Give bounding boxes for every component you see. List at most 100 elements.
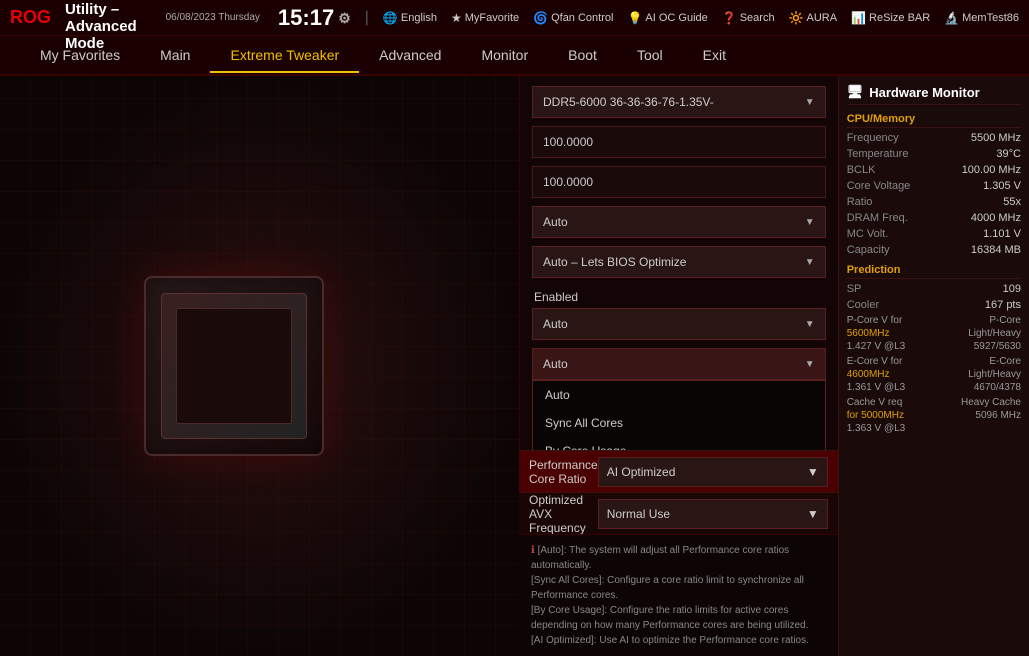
cpu-image-background: [0, 76, 519, 656]
tool-aioc[interactable]: 💡 AI OC Guide: [627, 11, 707, 25]
auto2-select[interactable]: Auto ▼: [532, 308, 826, 340]
ecore-speeds: 4670/4378: [974, 382, 1021, 393]
hw-ratio-row: Ratio 55x: [847, 196, 1021, 208]
auto2-row: Auto ▼: [532, 308, 826, 340]
bclk-value: 100.0000: [543, 135, 593, 149]
option-sync-all-cores[interactable]: Sync All Cores: [533, 409, 825, 437]
settings-panel: DDR5-6000 36-36-36-76-1.35V- ▼ 100.0000 …: [519, 76, 838, 450]
hw-frequency-row: Frequency 5500 MHz: [847, 132, 1021, 144]
pcore-subsection: P-Core V for P-Core 5600MHz Light/Heavy …: [847, 315, 1021, 352]
tool-memtest[interactable]: 🔬 MemTest86: [944, 11, 1019, 25]
date-display: 06/08/2023 Thursday: [166, 12, 260, 23]
pcore-voltage-row: 1.427 V @L3 5927/5630: [847, 341, 1021, 352]
hw-core-voltage-label: Core Voltage: [847, 180, 911, 192]
divider: |: [365, 9, 369, 27]
hw-mc-volt-value: 1.101 V: [983, 228, 1021, 240]
ecore-freq-highlight: 4600MHz: [847, 369, 890, 380]
nav-my-favorites[interactable]: My Favorites: [20, 39, 140, 71]
bios-optimize-select[interactable]: Auto – Lets BIOS Optimize ▼: [532, 246, 826, 278]
hw-dram-freq-value: 4000 MHz: [971, 212, 1021, 224]
enabled-status: Enabled: [532, 286, 826, 308]
avx-frequency-arrow: ▼: [807, 507, 819, 521]
option-by-core-usage[interactable]: By Core Usage: [533, 437, 825, 450]
cache-for-label-row: Cache V req Heavy Cache: [847, 397, 1021, 408]
auto2-value: Auto: [543, 317, 568, 331]
info-bar: ℹ [Auto]: The system will adjust all Per…: [519, 534, 838, 656]
nav-tool[interactable]: Tool: [617, 39, 683, 71]
option-auto[interactable]: Auto: [533, 381, 825, 409]
avx-frequency-select[interactable]: Normal Use ▼: [598, 499, 828, 529]
nav-extreme-tweaker[interactable]: Extreme Tweaker: [210, 39, 359, 73]
performance-core-ratio-select[interactable]: AI Optimized ▼: [598, 457, 828, 487]
toolbar: 🌐 English ★ MyFavorite 🌀 Qfan Control 💡 …: [383, 11, 1019, 25]
hw-temperature-value: 39°C: [996, 148, 1021, 160]
tool-english-label: English: [401, 12, 437, 24]
hardware-monitor-panel: 🖥 Hardware Monitor CPU/Memory Frequency …: [838, 76, 1029, 656]
tool-aura-label: AURA: [807, 12, 838, 24]
tool-search[interactable]: ❓ Search: [722, 11, 775, 25]
hw-ratio-value: 55x: [1003, 196, 1021, 208]
memtest-icon: 🔬: [944, 11, 959, 25]
ratio-arrow: ▼: [805, 359, 815, 370]
info-line-1-text: [Auto]: The system will adjust all Perfo…: [531, 545, 789, 571]
pcore-lh-label: Light/Heavy: [968, 328, 1021, 339]
tool-myfavorite[interactable]: ★ MyFavorite: [451, 11, 519, 25]
hw-bclk-value: 100.00 MHz: [962, 164, 1021, 176]
pcore-for-label-row: P-Core V for P-Core: [847, 315, 1021, 326]
tool-qfan[interactable]: 🌀 Qfan Control: [533, 11, 613, 25]
performance-core-ratio-row: Performance Core Ratio AI Optimized ▼: [519, 450, 838, 492]
tool-memtest-label: MemTest86: [962, 12, 1019, 24]
avx-frequency-row: Optimized AVX Frequency Normal Use ▼: [519, 492, 838, 534]
fan-icon: 🌀: [533, 11, 548, 25]
hw-sp-value: 109: [1003, 283, 1021, 295]
info-line-3: [By Core Usage]: Configure the ratio lim…: [531, 603, 826, 633]
tool-english[interactable]: 🌐 English: [383, 11, 437, 25]
resize-icon: 📊: [851, 11, 866, 25]
bclk2-input[interactable]: 100.0000: [532, 166, 826, 198]
hw-frequency-label: Frequency: [847, 132, 899, 144]
nav-boot[interactable]: Boot: [548, 39, 617, 71]
prediction-section-title: Prediction: [847, 264, 1021, 279]
cache-right-label: Heavy Cache: [961, 397, 1021, 408]
hw-bclk-row: BCLK 100.00 MHz: [847, 164, 1021, 176]
bclk-setting-row: 100.0000: [532, 126, 826, 158]
auto-setting-row: Auto ▼: [532, 206, 826, 238]
auto-select-value: Auto: [543, 215, 568, 229]
pcore-voltage: 1.427 V @L3: [847, 341, 906, 352]
info-line-4: [AI Optimized]: Use AI to optimize the P…: [531, 633, 826, 648]
performance-core-ratio-value: AI Optimized: [607, 465, 676, 479]
bottom-rows: Performance Core Ratio AI Optimized ▼ Op…: [519, 450, 838, 534]
auto-select[interactable]: Auto ▼: [532, 206, 826, 238]
hw-capacity-value: 16384 MB: [971, 244, 1021, 256]
hw-dram-freq-row: DRAM Freq. 4000 MHz: [847, 212, 1021, 224]
tool-aioc-label: AI OC Guide: [645, 12, 707, 24]
bclk-input[interactable]: 100.0000: [532, 126, 826, 158]
main-content: DDR5-6000 36-36-36-76-1.35V- ▼ 100.0000 …: [0, 76, 1029, 656]
hw-mc-volt-label: MC Volt.: [847, 228, 889, 240]
tool-aura[interactable]: 🔆 AURA: [789, 11, 838, 25]
ratio-select[interactable]: Auto ▼: [532, 348, 826, 380]
hw-cooler-row: Cooler 167 pts: [847, 299, 1021, 311]
tool-resizebar[interactable]: 📊 ReSize BAR: [851, 11, 930, 25]
tool-qfan-label: Qfan Control: [551, 12, 613, 24]
info-line-1: ℹ [Auto]: The system will adjust all Per…: [531, 543, 826, 573]
nav-exit[interactable]: Exit: [683, 39, 746, 71]
hw-cooler-value: 167 pts: [985, 299, 1021, 311]
nav-monitor[interactable]: Monitor: [461, 39, 548, 71]
hw-mc-volt-row: MC Volt. 1.101 V: [847, 228, 1021, 240]
ddr-select[interactable]: DDR5-6000 36-36-36-76-1.35V- ▼: [532, 86, 826, 118]
nav-advanced[interactable]: Advanced: [359, 39, 461, 71]
settings-gear-icon[interactable]: ⚙: [338, 11, 351, 25]
auto-select-arrow: ▼: [805, 217, 815, 228]
info-line-2: [Sync All Cores]: Configure a core ratio…: [531, 573, 826, 603]
hw-dram-freq-label: DRAM Freq.: [847, 212, 908, 224]
hw-temperature-row: Temperature 39°C: [847, 148, 1021, 160]
tool-search-label: Search: [740, 12, 775, 24]
ddr-select-arrow: ▼: [805, 97, 815, 108]
hw-capacity-label: Capacity: [847, 244, 890, 256]
auto2-arrow: ▼: [805, 319, 815, 330]
nav-main[interactable]: Main: [140, 39, 210, 71]
cache-values-row: for 5000MHz 5096 MHz: [847, 410, 1021, 421]
hw-bclk-label: BCLK: [847, 164, 876, 176]
cache-mhz: 5096 MHz: [975, 410, 1021, 421]
